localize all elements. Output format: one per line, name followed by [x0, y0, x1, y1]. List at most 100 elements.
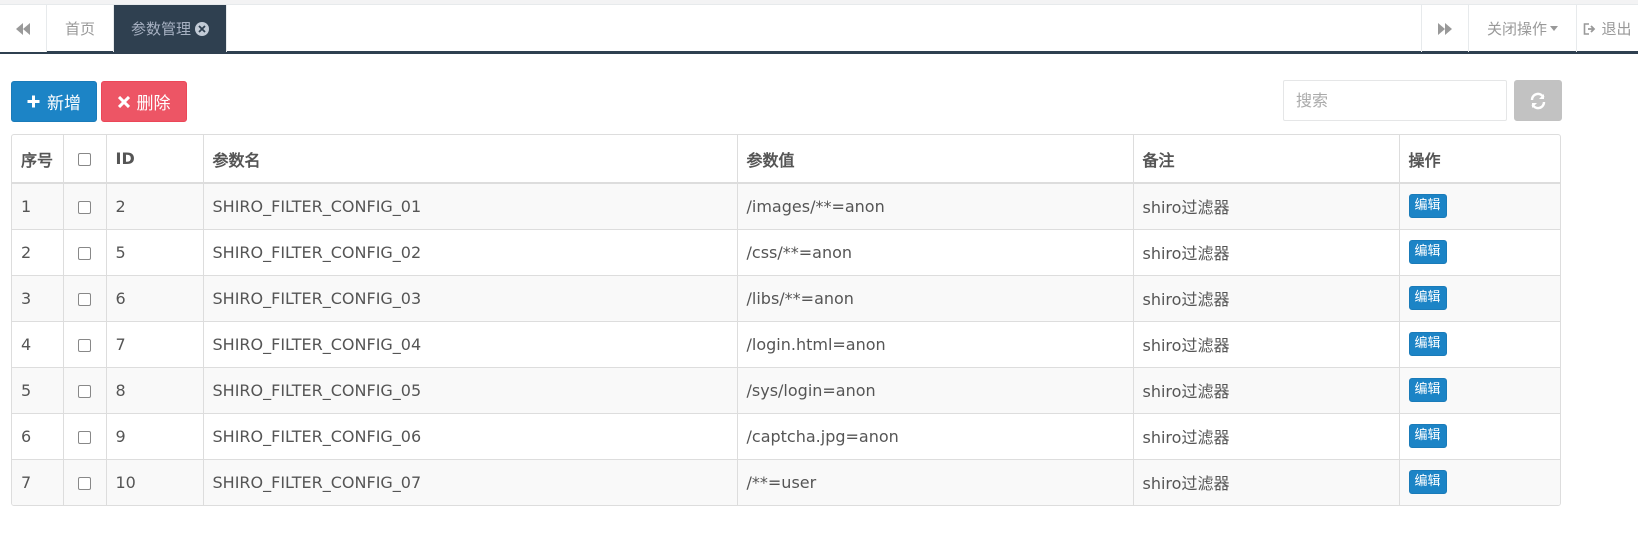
add-button[interactable]: 新增	[11, 81, 97, 122]
edit-button[interactable]: 编辑	[1408, 240, 1447, 264]
forward-icon	[1438, 22, 1452, 35]
cell-action: 编辑	[1399, 321, 1560, 367]
cell-id: 2	[106, 183, 204, 229]
cell-action: 编辑	[1399, 459, 1560, 505]
cell-remark: shiro过滤器	[1133, 459, 1400, 505]
cell-remark: shiro过滤器	[1133, 229, 1400, 275]
cell-action: 编辑	[1399, 413, 1560, 459]
cell-param-name: SHIRO_FILTER_CONFIG_07	[203, 459, 738, 505]
cell-id: 9	[106, 413, 204, 459]
cell-action: 编辑	[1399, 183, 1560, 229]
cell-select	[63, 229, 107, 275]
tab-param-management-label: 参数管理	[131, 20, 192, 38]
param-table: 序号 ID 参数名 参数值 备注 操作 1 2 SHIRO_FILTER_CON…	[11, 134, 1561, 506]
tab-scroll-left-button[interactable]	[0, 5, 47, 52]
cell-param-name: SHIRO_FILTER_CONFIG_06	[203, 413, 738, 459]
header-remark[interactable]: 备注	[1133, 135, 1400, 184]
cell-index: 6	[12, 413, 64, 459]
cell-remark: shiro过滤器	[1133, 367, 1400, 413]
cell-param-value: /css/**=anon	[737, 229, 1134, 275]
table-row[interactable]: 2 5 SHIRO_FILTER_CONFIG_02 /css/**=anon …	[12, 229, 1560, 275]
cell-param-name: SHIRO_FILTER_CONFIG_05	[203, 367, 738, 413]
select-all-checkbox[interactable]	[77, 153, 91, 166]
cell-select	[63, 367, 107, 413]
search-input[interactable]	[1283, 80, 1507, 121]
plus-icon	[27, 95, 40, 108]
caret-down-icon	[1550, 26, 1558, 31]
cell-remark: shiro过滤器	[1133, 413, 1400, 459]
cell-index: 2	[12, 229, 64, 275]
cell-param-value: /libs/**=anon	[737, 275, 1134, 321]
close-circle-icon[interactable]	[195, 21, 210, 36]
cell-index: 3	[12, 275, 64, 321]
table-row[interactable]: 3 6 SHIRO_FILTER_CONFIG_03 /libs/**=anon…	[12, 275, 1560, 321]
row-checkbox[interactable]	[77, 338, 91, 352]
table-row[interactable]: 1 2 SHIRO_FILTER_CONFIG_01 /images/**=an…	[12, 183, 1560, 229]
cell-id: 5	[106, 229, 204, 275]
cell-param-name: SHIRO_FILTER_CONFIG_01	[203, 183, 738, 229]
cell-select	[63, 321, 107, 367]
table-row[interactable]: 4 7 SHIRO_FILTER_CONFIG_04 /login.html=a…	[12, 321, 1560, 367]
cell-param-value: /sys/login=anon	[737, 367, 1134, 413]
header-select-all	[63, 135, 107, 184]
cell-select	[63, 183, 107, 229]
cell-param-value: /captcha.jpg=anon	[737, 413, 1134, 459]
cell-param-value: /**=user	[737, 459, 1134, 505]
close-operations-dropdown[interactable]: 关闭操作	[1468, 5, 1576, 52]
row-checkbox[interactable]	[77, 384, 91, 398]
tab-param-management[interactable]: 参数管理	[114, 5, 228, 52]
row-checkbox[interactable]	[77, 430, 91, 444]
cell-param-value: /login.html=anon	[737, 321, 1134, 367]
cell-select	[63, 459, 107, 505]
edit-button[interactable]: 编辑	[1408, 286, 1447, 310]
header-action: 操作	[1399, 135, 1560, 184]
add-button-label: 新增	[47, 94, 81, 114]
cell-remark: shiro过滤器	[1133, 275, 1400, 321]
cell-remark: shiro过滤器	[1133, 183, 1400, 229]
header-param-value[interactable]: 参数值	[737, 135, 1134, 184]
row-checkbox[interactable]	[77, 476, 91, 490]
edit-button[interactable]: 编辑	[1408, 378, 1447, 402]
header-index: 序号	[12, 135, 64, 184]
tab-right-actions: 关闭操作 退出	[1421, 5, 1638, 52]
cell-param-value: /images/**=anon	[737, 183, 1134, 229]
cell-select	[63, 275, 107, 321]
header-param-name[interactable]: 参数名	[203, 135, 738, 184]
edit-button[interactable]: 编辑	[1408, 194, 1447, 219]
edit-button[interactable]: 编辑	[1408, 470, 1447, 495]
backward-icon	[16, 22, 30, 35]
cell-id: 7	[106, 321, 204, 367]
delete-button[interactable]: 删除	[101, 81, 187, 122]
edit-button[interactable]: 编辑	[1408, 424, 1447, 448]
cell-action: 编辑	[1399, 275, 1560, 321]
cell-select	[63, 413, 107, 459]
logout-label: 退出	[1601, 20, 1632, 38]
cell-index: 4	[12, 321, 64, 367]
cell-action: 编辑	[1399, 229, 1560, 275]
row-checkbox[interactable]	[77, 246, 91, 260]
refresh-icon	[1530, 92, 1546, 109]
header-id[interactable]: ID	[106, 135, 204, 184]
times-icon	[117, 95, 130, 108]
tab-scroll-right-button[interactable]	[1421, 5, 1468, 52]
table-row[interactable]: 5 8 SHIRO_FILTER_CONFIG_05 /sys/login=an…	[12, 367, 1560, 413]
tab-home[interactable]: 首页	[47, 5, 115, 52]
table-row[interactable]: 6 9 SHIRO_FILTER_CONFIG_06 /captcha.jpg=…	[12, 413, 1560, 459]
refresh-button[interactable]	[1514, 80, 1562, 121]
table-header-row: 序号 ID 参数名 参数值 备注 操作	[12, 135, 1560, 184]
row-checkbox[interactable]	[77, 292, 91, 306]
sign-out-icon	[1584, 22, 1596, 35]
cell-remark: shiro过滤器	[1133, 321, 1400, 367]
cell-param-name: SHIRO_FILTER_CONFIG_03	[203, 275, 738, 321]
edit-button[interactable]: 编辑	[1408, 332, 1447, 356]
cell-action: 编辑	[1399, 367, 1560, 413]
cell-param-name: SHIRO_FILTER_CONFIG_02	[203, 229, 738, 275]
cell-index: 7	[12, 459, 64, 505]
tab-bar: 首页 参数管理 关闭操作 退出	[0, 4, 1638, 54]
tab-home-label: 首页	[65, 20, 96, 38]
table-row[interactable]: 7 10 SHIRO_FILTER_CONFIG_07 /**=user shi…	[12, 459, 1560, 505]
row-checkbox[interactable]	[77, 200, 91, 214]
logout-button[interactable]: 退出	[1576, 5, 1638, 52]
cell-index: 5	[12, 367, 64, 413]
cell-id: 10	[106, 459, 204, 505]
